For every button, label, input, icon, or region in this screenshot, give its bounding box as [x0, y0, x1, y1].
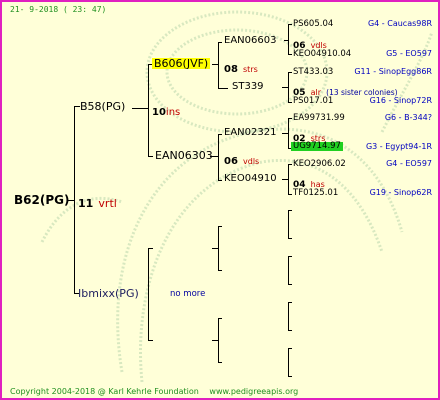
gen4-location: G6 - B-344? [384, 113, 432, 122]
pedigree-frame: 21- 9-2018 ( 23: 47) B62(PG) 11 vrtl B58… [0, 0, 440, 400]
connector [288, 302, 289, 330]
connector [288, 72, 292, 73]
connector [288, 256, 289, 284]
gen4-location: G16 - Sinop72R [369, 96, 432, 105]
sire-info: 10ins [152, 102, 180, 118]
gen2-ss-name[interactable]: B606(JVF) [152, 58, 211, 69]
gen3-ssd-name[interactable]: ST339 [232, 82, 264, 92]
connector [288, 24, 289, 54]
gen2-ss-info: 08 strs [224, 59, 258, 75]
connector [148, 248, 149, 340]
gen4-name[interactable]: ST433.03 [293, 68, 333, 77]
connector [148, 340, 153, 341]
gen2-sd-number: 06 [224, 156, 238, 167]
root-queen-name[interactable]: B62(PG) [14, 194, 69, 206]
connector [148, 248, 153, 249]
connector [288, 284, 292, 285]
connector [288, 238, 292, 239]
sire-number: 10 [152, 107, 166, 118]
print-date: 21- 9-2018 ( 23: 47) [10, 5, 107, 14]
gen4-location: G19 - Sinop62R [369, 188, 432, 197]
connector [218, 270, 222, 271]
connector [148, 64, 149, 156]
connector [288, 376, 292, 377]
connector [218, 134, 219, 180]
connector [288, 118, 289, 148]
gen3-sdd-name[interactable]: KEO04910 [224, 174, 277, 184]
connector [218, 42, 222, 43]
gen4-location: G4 - Caucas98R [367, 19, 432, 28]
dam-note: no more [170, 289, 206, 299]
connector [288, 24, 292, 25]
connector [288, 164, 292, 165]
copyright-text: Copyright 2004-2018 @ Karl Kehrle Founda… [10, 387, 199, 396]
connector [288, 256, 292, 257]
gen4-name[interactable]: KEO2906.02 [293, 160, 346, 169]
connector [282, 87, 288, 88]
connector [212, 340, 218, 341]
gen2-sd-info: 06 vdls [224, 151, 259, 167]
gen4-location: G4 - EO597 [386, 159, 432, 168]
connector [212, 64, 218, 65]
gen2-sd-name[interactable]: EAN06303 [155, 150, 213, 161]
gen4-location: G5 - EO597 [386, 49, 432, 58]
connector [218, 88, 228, 89]
sire-property: ins [165, 107, 181, 118]
connector [282, 179, 288, 180]
connector [284, 40, 288, 41]
connector [288, 164, 289, 194]
connector [288, 102, 292, 103]
root-number: 11 [78, 197, 94, 210]
gen3-sss-name[interactable]: EAN06603 [224, 36, 276, 46]
gen4-name[interactable]: TF0125.01 [293, 189, 338, 198]
connector [212, 248, 218, 249]
connector [288, 54, 292, 55]
gen4-location: G3 - Egypt94-1R [365, 142, 432, 151]
gen2-ss-property: strs [243, 65, 258, 74]
connector [218, 226, 219, 270]
connector [288, 210, 289, 238]
connector [288, 330, 292, 331]
gen4-name[interactable]: UG9714.97 [291, 142, 343, 151]
gen2-sd-property: vdls [243, 157, 260, 166]
connector [218, 318, 219, 362]
connector [218, 134, 222, 135]
sire-name[interactable]: B58(PG) [80, 101, 125, 112]
root-property: vrtl [98, 197, 117, 210]
gen4-name[interactable]: EA99731.99 [293, 114, 345, 123]
connector [288, 348, 289, 376]
connector [132, 108, 148, 109]
connector [288, 118, 292, 119]
connector [282, 133, 288, 134]
connector [288, 302, 292, 303]
gen4-location: G11 - SinopEgg86R [354, 67, 432, 76]
dam-name[interactable]: Ibmixx(PG) [78, 288, 139, 299]
connector [288, 210, 292, 211]
connector [218, 42, 219, 88]
gen2-ss-number: 08 [224, 64, 238, 75]
gen3-sds-name[interactable]: EAN02321 [224, 128, 276, 138]
gen4-name[interactable]: PS017.01 [293, 97, 333, 106]
connector [288, 194, 292, 195]
gen4-name[interactable]: KEO04910.04 [293, 50, 351, 59]
connector [218, 180, 222, 181]
connector [218, 362, 222, 363]
gen4-name[interactable]: PS605.04 [293, 20, 333, 29]
website-link[interactable]: www.pedigreeapis.org [209, 387, 298, 396]
connector [148, 156, 153, 157]
footer-text: Copyright 2004-2018 @ Karl Kehrle Founda… [10, 388, 298, 396]
connector [288, 348, 292, 349]
connector [288, 72, 289, 102]
root-info: 11 vrtl [78, 194, 117, 210]
connector [218, 318, 222, 319]
connector [218, 226, 222, 227]
